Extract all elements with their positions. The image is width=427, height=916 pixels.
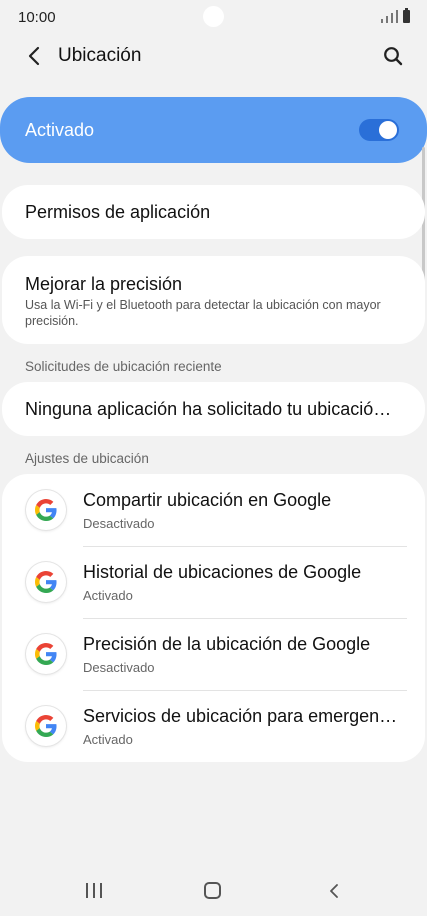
google-icon: [35, 643, 57, 665]
signal-icon: [396, 10, 398, 23]
google-icon: [26, 706, 66, 746]
camera-cutout: [203, 6, 224, 27]
app-permissions-label: Permisos de aplicación: [25, 202, 211, 222]
back-button[interactable]: [20, 42, 48, 70]
page-title: Ubicación: [58, 45, 142, 66]
recent-apps-icon: [86, 883, 88, 898]
improve-accuracy-item[interactable]: Mejorar la precisión Usa la Wi-Fi y el B…: [2, 256, 425, 344]
app-bar: Ubicación: [0, 34, 427, 80]
list-item-title: Compartir ubicación en Google: [83, 490, 332, 510]
status-time: 10:00: [18, 9, 56, 26]
app-permissions-item[interactable]: Permisos de aplicación: [2, 185, 425, 239]
location-settings-header: Ajustes de ubicación: [25, 451, 149, 466]
recent-requests-label: Ninguna aplicación ha solicitado tu ubic…: [25, 399, 401, 419]
status-bar: 10:00: [0, 0, 427, 34]
list-item-google-location-sharing[interactable]: Compartir ubicación en Google Desactivad…: [2, 474, 425, 546]
recent-apps-icon: [93, 883, 95, 898]
google-icon: [35, 715, 57, 737]
list-item-status: Activado: [83, 588, 133, 603]
recent-requests-item: Ninguna aplicación ha solicitado tu ubic…: [2, 382, 425, 436]
list-item-title: Precisión de la ubicación de Google: [83, 634, 371, 654]
status-icons: [381, 8, 410, 23]
location-toggle[interactable]: [359, 119, 399, 141]
google-icon: [35, 499, 57, 521]
list-item-status: Activado: [83, 732, 133, 747]
master-switch-label: Activado: [25, 120, 95, 140]
list-item-google-location-history[interactable]: Historial de ubicaciones de Google Activ…: [2, 546, 425, 618]
signal-icon: [391, 13, 393, 23]
navigation-bar: [0, 860, 427, 916]
list-item-status: Desactivado: [83, 516, 155, 531]
recent-apps-icon: [100, 883, 102, 898]
recent-apps-button[interactable]: [86, 883, 102, 898]
list-item-emergency-location-services[interactable]: Servicios de ubicación para emergencias …: [2, 690, 425, 762]
google-icon: [26, 634, 66, 674]
list-item-title: Servicios de ubicación para emergencias: [83, 706, 405, 726]
signal-icon: [386, 16, 388, 23]
signal-icon: [381, 19, 383, 23]
google-icon: [26, 562, 66, 602]
search-button[interactable]: [379, 42, 407, 70]
list-item-google-location-accuracy[interactable]: Precisión de la ubicación de Google Desa…: [2, 618, 425, 690]
list-item-title: Historial de ubicaciones de Google: [83, 562, 362, 582]
recent-requests-header: Solicitudes de ubicación reciente: [25, 359, 222, 374]
search-icon: [384, 47, 403, 66]
improve-accuracy-title: Mejorar la precisión: [25, 274, 183, 294]
home-button[interactable]: [204, 882, 221, 899]
nav-back-button[interactable]: [326, 881, 342, 901]
google-icon: [26, 490, 66, 530]
toggle-knob: [379, 121, 397, 139]
improve-accuracy-description: Usa la Wi-Fi y el Bluetooth para detecta…: [25, 298, 381, 328]
chevron-left-icon: [330, 884, 338, 898]
google-icon: [35, 571, 57, 593]
battery-icon: [403, 8, 410, 23]
list-item-status: Desactivado: [83, 660, 155, 675]
location-master-switch-card[interactable]: Activado: [0, 97, 427, 163]
chevron-left-icon: [28, 46, 40, 66]
location-settings-card: Compartir ubicación en Google Desactivad…: [2, 474, 425, 762]
